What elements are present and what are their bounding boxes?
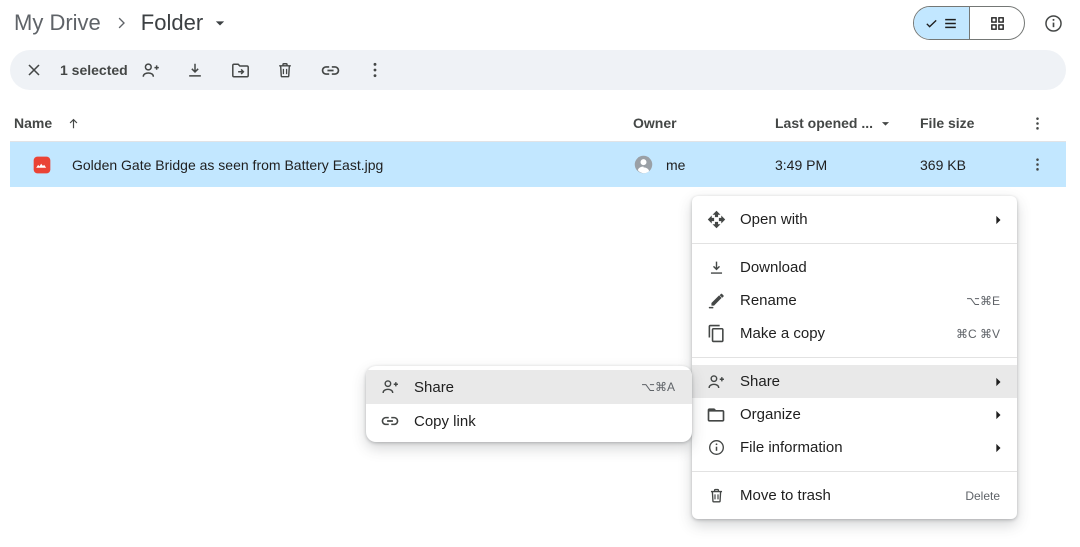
check-icon — [924, 16, 939, 31]
copy-link-button[interactable] — [308, 50, 353, 90]
menu-item-file-information[interactable]: File information — [692, 431, 1017, 464]
header-more-vert-icon[interactable] — [1029, 115, 1046, 132]
info-circle-icon — [705, 438, 727, 457]
close-icon — [24, 60, 44, 80]
more-vert-icon — [365, 60, 385, 80]
move-button[interactable] — [218, 50, 263, 90]
folder-open-icon — [705, 405, 727, 425]
person-add-icon — [379, 377, 401, 397]
menu-item-label: Make a copy — [740, 325, 956, 342]
menu-item-label: Share — [740, 373, 988, 390]
download-button[interactable] — [173, 50, 218, 90]
menu-item-rename[interactable]: Rename ⌥⌘E — [692, 284, 1017, 317]
owner-label: me — [666, 157, 685, 173]
breadcrumb-folder[interactable]: Folder — [141, 10, 203, 36]
folder-dropdown-caret-icon[interactable] — [210, 13, 230, 33]
menu-item-move-to-trash[interactable]: Move to trash Delete — [692, 479, 1017, 512]
submenu-item-share[interactable]: Share ⌥⌘A — [366, 370, 692, 404]
submenu-arrow-icon — [988, 438, 1008, 458]
link-icon — [379, 411, 401, 431]
menu-item-label: Rename — [740, 292, 966, 309]
column-header-name[interactable]: Name — [14, 115, 52, 131]
menu-item-label: File information — [740, 439, 988, 456]
download-icon — [705, 258, 727, 277]
menu-item-label: Download — [740, 259, 1017, 276]
folder-move-icon — [230, 60, 251, 81]
selected-count-label: 1 selected — [60, 62, 128, 78]
menu-item-label: Move to trash — [740, 487, 965, 504]
menu-item-label: Organize — [740, 406, 988, 423]
last-opened-value: 3:49 PM — [775, 157, 827, 173]
menu-item-download[interactable]: Download — [692, 251, 1017, 284]
menu-item-shortcut: ⌘C ⌘V — [956, 327, 1000, 341]
menu-item-shortcut: ⌥⌘A — [641, 380, 675, 394]
details-info-button[interactable] — [1043, 13, 1064, 34]
share-button[interactable] — [128, 50, 173, 90]
list-view-button[interactable] — [914, 7, 969, 39]
menu-item-shortcut: Delete — [965, 489, 1000, 503]
menu-item-make-a-copy[interactable]: Make a copy ⌘C ⌘V — [692, 317, 1017, 350]
person-add-icon — [140, 60, 161, 81]
grid-view-button[interactable] — [969, 7, 1024, 39]
sort-ascending-icon[interactable] — [66, 116, 81, 131]
menu-item-label: Copy link — [414, 413, 692, 430]
row-more-vert-icon[interactable] — [1029, 156, 1046, 173]
menu-item-label: Open with — [740, 211, 988, 228]
open-with-icon — [705, 210, 727, 229]
image-file-icon — [32, 155, 52, 175]
grid-view-icon — [989, 15, 1006, 32]
download-icon — [185, 60, 205, 80]
file-list-header: Name Owner Last opened ... File size — [10, 105, 1066, 142]
selection-toolbar: 1 selected — [10, 50, 1066, 90]
person-add-icon — [705, 372, 727, 392]
menu-item-open-with[interactable]: Open with — [692, 203, 1017, 236]
list-view-icon — [942, 15, 959, 32]
owner-avatar — [633, 154, 654, 175]
submenu-item-copy-link[interactable]: Copy link — [366, 404, 692, 438]
breadcrumb-my-drive[interactable]: My Drive — [14, 10, 101, 36]
column-header-file-size[interactable]: File size — [920, 115, 974, 131]
file-row[interactable]: Golden Gate Bridge as seen from Battery … — [10, 142, 1066, 187]
menu-item-label: Share — [414, 379, 641, 396]
close-selection-button[interactable] — [18, 54, 50, 86]
share-submenu: Share ⌥⌘A Copy link — [366, 366, 692, 442]
trash-button[interactable] — [263, 50, 308, 90]
trash-icon — [275, 60, 295, 80]
breadcrumb: My Drive Folder — [0, 0, 1080, 36]
column-header-owner[interactable]: Owner — [633, 115, 677, 131]
sort-dropdown-caret-icon[interactable] — [877, 115, 894, 132]
menu-item-share[interactable]: Share — [692, 365, 1017, 398]
copy-icon — [705, 324, 727, 343]
submenu-arrow-icon — [988, 405, 1008, 425]
submenu-arrow-icon — [988, 210, 1008, 230]
file-size-value: 369 KB — [920, 157, 966, 173]
chevron-right-icon — [112, 14, 130, 32]
menu-item-organize[interactable]: Organize — [692, 398, 1017, 431]
more-actions-button[interactable] — [353, 50, 398, 90]
link-icon — [320, 60, 341, 81]
view-toggle — [913, 6, 1025, 40]
submenu-arrow-icon — [988, 372, 1008, 392]
trash-icon — [705, 486, 727, 505]
pencil-icon — [705, 291, 727, 310]
menu-item-shortcut: ⌥⌘E — [966, 294, 1000, 308]
context-menu: Open with Download Rename ⌥⌘E Make a cop… — [692, 196, 1017, 519]
file-name: Golden Gate Bridge as seen from Battery … — [72, 157, 383, 173]
column-header-last-opened[interactable]: Last opened ... — [775, 115, 873, 131]
